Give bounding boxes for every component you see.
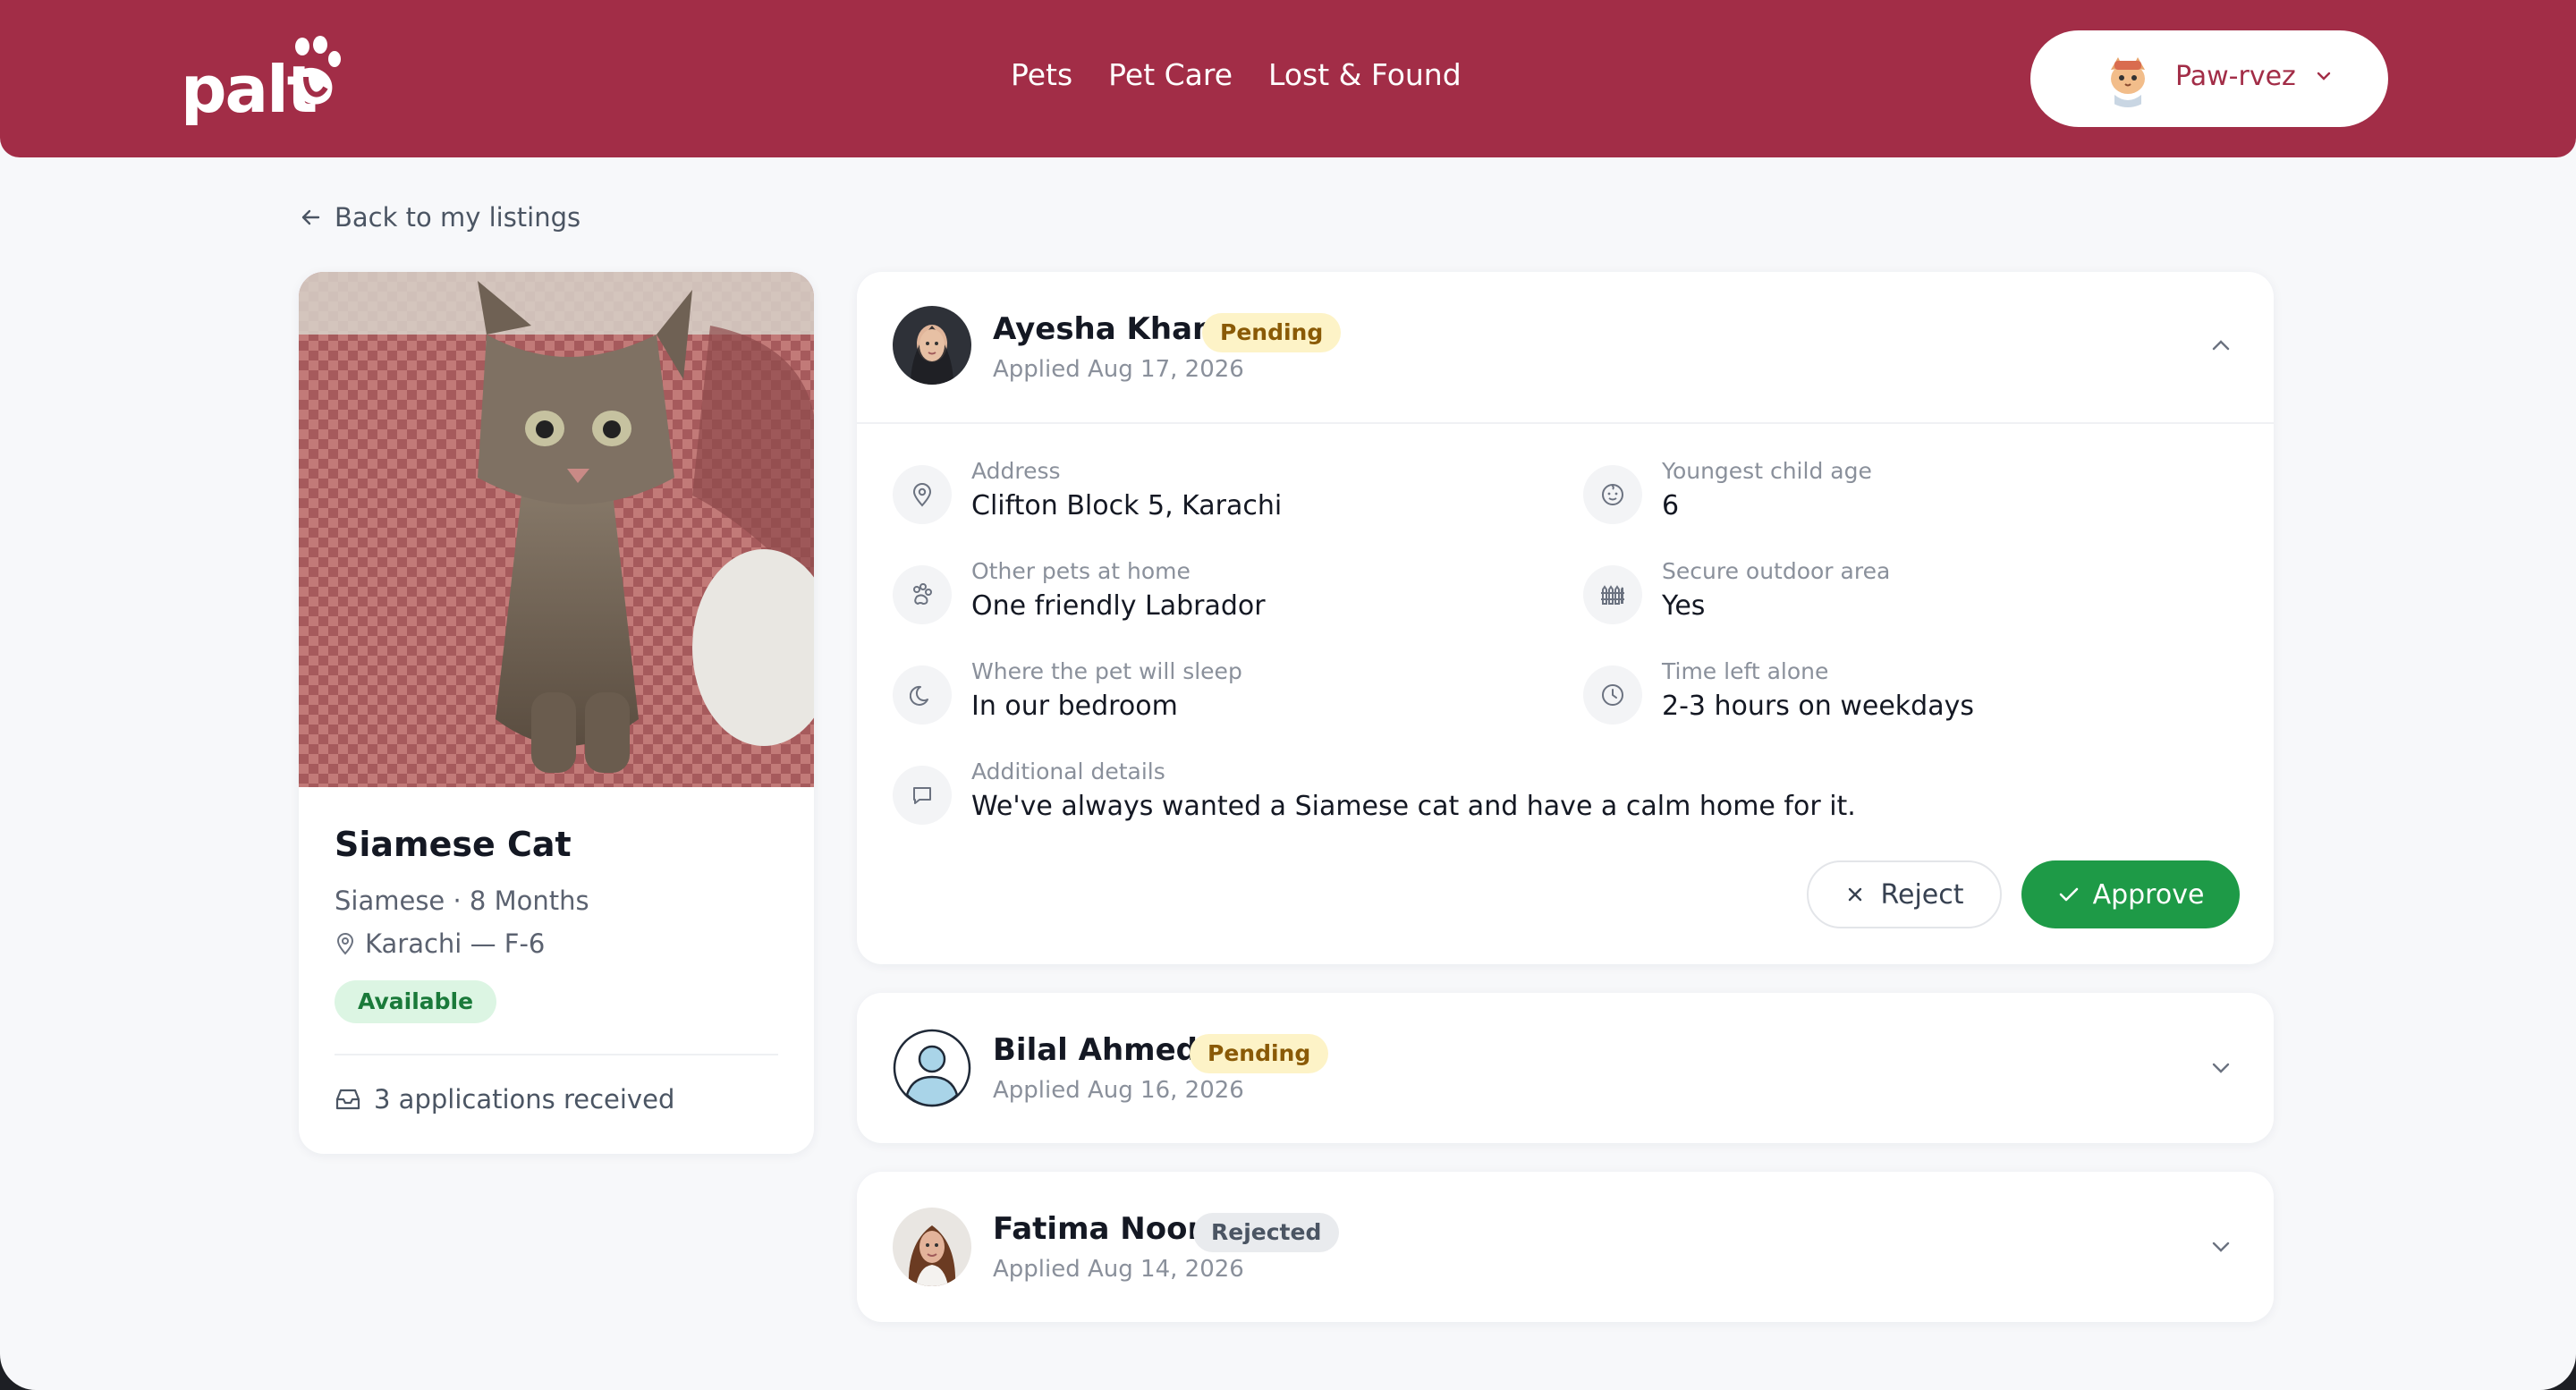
- chevron-up-icon[interactable]: [2207, 335, 2234, 356]
- fence-icon: [1583, 565, 1642, 624]
- status-badge: Pending: [1190, 1034, 1329, 1073]
- chevron-down-icon: [2317, 72, 2331, 81]
- check-icon: [2059, 887, 2078, 902]
- applications-count: 3 applications received: [335, 1084, 674, 1115]
- paw-logo-icon: [292, 36, 341, 105]
- cat-avatar-icon: [2098, 48, 2157, 107]
- close-icon: [1849, 887, 1862, 902]
- applicant-name: Ayesha Khan: [993, 311, 1215, 347]
- application-card-fatima[interactable]: Fatima Noor Rejected Applied Aug 14, 202…: [857, 1172, 2274, 1322]
- baby-face-icon: [1583, 465, 1642, 524]
- pet-name: Siamese Cat: [335, 825, 572, 864]
- pet-location-text: Karachi — F-6: [365, 928, 546, 959]
- field-value: We've always wanted a Siamese cat and ha…: [971, 791, 1856, 822]
- map-pin-icon: [893, 465, 952, 524]
- applied-date: Applied Aug 14, 2026: [993, 1256, 1244, 1283]
- pet-photo: [299, 272, 814, 787]
- field-label: Secure outdoor area: [1662, 558, 1891, 584]
- pet-location: Karachi — F-6: [335, 928, 545, 959]
- field-label: Where the pet will sleep: [971, 658, 1242, 684]
- field-value: 6: [1662, 490, 1680, 521]
- status-badge: Rejected: [1193, 1213, 1340, 1252]
- field-label: Address: [971, 458, 1061, 484]
- approve-label: Approve: [2092, 878, 2205, 911]
- chevron-down-icon[interactable]: [2207, 1236, 2234, 1258]
- pet-summary-card: Siamese Cat Siamese · 8 Months Karachi —…: [299, 272, 814, 1154]
- application-card-ayesha: Ayesha Khan Pending Applied Aug 17, 2026…: [857, 272, 2274, 964]
- applied-date: Applied Aug 16, 2026: [993, 1077, 1244, 1104]
- divider: [857, 422, 2274, 424]
- field-value: In our bedroom: [971, 691, 1178, 722]
- applicant-name: Bilal Ahmed: [993, 1032, 1199, 1068]
- field-value: Yes: [1662, 590, 1706, 622]
- message-icon: [893, 766, 952, 825]
- top-header: palt Pets Pet Care Lost & Found Paw-rvez: [0, 0, 2576, 157]
- availability-badge: Available: [335, 980, 497, 1023]
- field-label: Additional details: [971, 759, 1165, 784]
- paw-icon: [893, 565, 952, 624]
- nav-pets[interactable]: Pets: [1011, 57, 1072, 92]
- moon-icon: [893, 665, 952, 725]
- nav-lost-found[interactable]: Lost & Found: [1268, 57, 1462, 92]
- status-badge: Pending: [1202, 313, 1342, 352]
- application-header[interactable]: Ayesha Khan Pending Applied Aug 17, 2026: [857, 272, 2274, 422]
- inbox-icon: [335, 1089, 360, 1110]
- applicant-name: Fatima Noor: [993, 1211, 1203, 1247]
- reject-label: Reject: [1880, 878, 1964, 911]
- user-menu-button[interactable]: Paw-rvez: [2030, 30, 2388, 127]
- back-link-label: Back to my listings: [335, 202, 581, 233]
- field-value: One friendly Labrador: [971, 590, 1266, 622]
- default-avatar-icon: [893, 1029, 971, 1107]
- applicant-avatar: [893, 1208, 971, 1286]
- clock-icon: [1583, 665, 1642, 725]
- pet-breed-age: Siamese · 8 Months: [335, 886, 589, 916]
- map-pin-icon: [336, 933, 354, 955]
- approve-button[interactable]: Approve: [2021, 860, 2240, 928]
- nav-pet-care[interactable]: Pet Care: [1108, 57, 1233, 92]
- field-label: Other pets at home: [971, 558, 1191, 584]
- field-label: Youngest child age: [1662, 458, 1872, 484]
- field-value: Clifton Block 5, Karachi: [971, 490, 1283, 521]
- chevron-down-icon[interactable]: [2207, 1057, 2234, 1079]
- field-label: Time left alone: [1662, 658, 1829, 684]
- brand-logo[interactable]: palt: [181, 36, 351, 127]
- page: palt Pets Pet Care Lost & Found Paw-rvez…: [0, 0, 2576, 1390]
- arrow-left-icon: [301, 209, 320, 225]
- back-to-listings-link[interactable]: Back to my listings: [299, 202, 580, 233]
- applications-count-text: 3 applications received: [374, 1084, 675, 1115]
- divider: [335, 1054, 778, 1055]
- main-nav: Pets Pet Care Lost & Found: [1011, 57, 1462, 92]
- applicant-avatar: [893, 306, 971, 385]
- reject-button[interactable]: Reject: [1807, 860, 2002, 928]
- user-name: Paw-rvez: [2175, 61, 2296, 92]
- applied-date: Applied Aug 17, 2026: [993, 356, 1244, 383]
- field-value: 2-3 hours on weekdays: [1662, 691, 1974, 722]
- application-card-bilal[interactable]: Bilal Ahmed Pending Applied Aug 16, 2026: [857, 993, 2274, 1143]
